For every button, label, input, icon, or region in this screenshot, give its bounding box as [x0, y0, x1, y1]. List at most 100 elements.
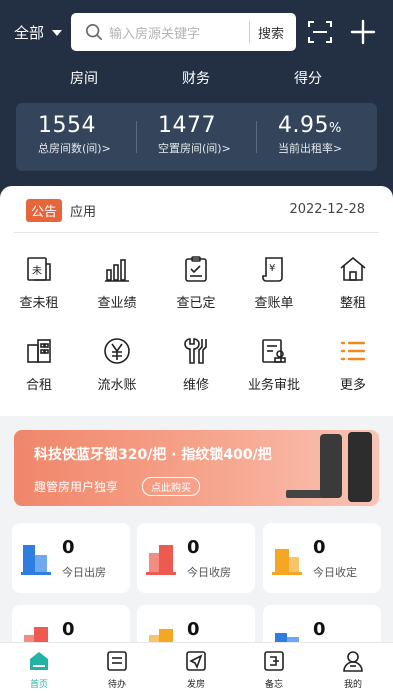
notice-badge: 公告	[26, 198, 63, 222]
grid-label: 更多	[339, 378, 366, 393]
stat-value: 4.95	[278, 113, 329, 138]
stat-unit: %	[328, 121, 342, 136]
tile-value: 0	[187, 537, 200, 558]
nav-label: 我的	[343, 680, 362, 690]
stat-occupancy-rate[interactable]: 4.95% 当前出租率>	[278, 113, 342, 156]
stat-label: 当前出租率>	[278, 142, 343, 155]
grid-item-bills[interactable]: ¥ 查账单	[239, 254, 309, 311]
tile-today-in[interactable]: 0 今日收房	[137, 523, 255, 593]
grid-item-more[interactable]: 更多	[318, 336, 388, 393]
search-button[interactable]: 搜索	[250, 23, 296, 42]
nav-publish[interactable]: 发房	[166, 649, 226, 690]
tile-label: 今日收定	[313, 566, 357, 579]
banner-title: 科技侠蓝牙锁320/把 · 指纹锁400/把	[34, 447, 272, 463]
stat-label: 空置房间(间)>	[158, 142, 231, 155]
banner-subtitle: 趣管房用户独享	[34, 480, 119, 494]
stat-vacant-rooms[interactable]: 1477 空置房间(间)>	[158, 113, 231, 156]
stat-value: 1477	[158, 113, 216, 138]
notice-bar[interactable]: 公告 应用	[26, 198, 96, 222]
grid-item-unrented[interactable]: 未 查未租	[4, 254, 74, 311]
building-icon	[146, 545, 176, 575]
add-icon[interactable]	[350, 19, 376, 45]
nav-label: 首页	[29, 680, 48, 690]
nav-label: 发房	[186, 680, 205, 690]
grid-item-repair[interactable]: 维修	[161, 336, 231, 393]
nav-memo[interactable]: 备忘	[244, 649, 304, 690]
divider	[14, 232, 379, 233]
home-icon	[30, 652, 48, 670]
tile-value: 0	[62, 619, 75, 640]
promo-banner[interactable]: 科技侠蓝牙锁320/把 · 指纹锁400/把 趣管房用户独享 点此购买	[14, 430, 379, 506]
grid-label: 整租	[339, 296, 366, 311]
grid-label: 查业绩	[97, 296, 137, 311]
scope-label: 全部	[14, 24, 45, 42]
notice-date: 2022-12-28	[289, 202, 365, 217]
bottom-nav: 首页 待办 发房 备忘 我的	[0, 642, 393, 700]
grid-label: 业务审批	[247, 378, 300, 393]
svg-text:未: 未	[32, 265, 42, 277]
bill-scroll-icon: ¥	[262, 257, 283, 282]
memo-icon	[264, 651, 284, 671]
search-icon	[85, 23, 103, 41]
tile-value: 0	[313, 619, 326, 640]
tile-label: 今日出房	[62, 566, 106, 579]
tab-rooms[interactable]: 房间	[70, 68, 98, 88]
house-icon	[340, 256, 366, 281]
grid-label: 合租	[25, 378, 52, 393]
tile-today-out[interactable]: 0 今日出房	[12, 523, 130, 593]
search-bar[interactable]: 输入房源关键字 搜索	[71, 13, 296, 51]
grid-label: 流水账	[97, 378, 137, 393]
nav-profile[interactable]: 我的	[323, 649, 383, 690]
grid-item-reserved[interactable]: 查已定	[161, 254, 231, 311]
search-input[interactable]: 输入房源关键字	[109, 23, 249, 42]
grid-item-whole-rent[interactable]: 整租	[318, 254, 388, 311]
send-icon	[186, 651, 206, 671]
stats-tabs: 房间 财务 得分	[0, 68, 393, 92]
building-icon	[27, 339, 51, 363]
scope-dropdown[interactable]: 全部	[14, 22, 63, 43]
nav-label: 待办	[107, 680, 126, 690]
bar-chart-icon	[105, 259, 129, 282]
header: 全部 输入房源关键字 搜索 房间 财务 得分 1554 总房间数(间)> 147…	[0, 0, 393, 210]
divider	[136, 121, 137, 153]
tile-value: 0	[187, 619, 200, 640]
unrented-doc-icon: 未	[27, 257, 51, 281]
caret-down-icon	[52, 29, 63, 36]
tab-score[interactable]: 得分	[294, 68, 322, 88]
clipboard-check-icon	[185, 256, 207, 282]
scan-icon[interactable]	[307, 19, 333, 45]
grid-item-shared-rent[interactable]: 合租	[4, 336, 74, 393]
stat-total-rooms[interactable]: 1554 总房间数(间)>	[38, 113, 111, 156]
user-icon	[343, 651, 363, 672]
stats-panel: 1554 总房间数(间)> 1477 空置房间(间)> 4.95% 当前出租率>	[16, 103, 377, 171]
stat-label: 总房间数(间)>	[38, 142, 111, 155]
wrench-icon	[184, 338, 207, 364]
nav-todo[interactable]: 待办	[87, 649, 147, 690]
tab-finance[interactable]: 财务	[182, 68, 210, 88]
house-icon	[272, 549, 302, 575]
yen-circle-icon	[104, 338, 130, 364]
approval-stamp-icon	[262, 339, 286, 363]
nav-label: 备忘	[264, 680, 283, 690]
nav-home[interactable]: 首页	[9, 649, 69, 690]
todo-icon	[107, 651, 127, 671]
building-icon	[21, 545, 51, 575]
notice-text: 应用	[70, 204, 97, 220]
stat-value: 1554	[38, 113, 96, 138]
lock-image	[348, 432, 372, 502]
grid-label: 查已定	[176, 296, 216, 311]
lock-image	[320, 434, 342, 498]
svg-text:¥: ¥	[269, 263, 275, 274]
tile-value: 0	[313, 537, 326, 558]
tile-label: 今日收房	[187, 566, 231, 579]
grid-label: 查未租	[19, 296, 59, 311]
tile-today-deposit[interactable]: 0 今日收定	[263, 523, 381, 593]
grid-label: 维修	[182, 378, 209, 393]
function-card: 公告 应用 2022-12-28 未 查未租 查业绩 查已定 ¥ 查账单 整租 …	[0, 186, 393, 416]
grid-item-cash-flow[interactable]: 流水账	[82, 336, 152, 393]
divider	[256, 121, 257, 153]
tile-value: 0	[62, 537, 75, 558]
buy-button[interactable]: 点此购买	[142, 477, 200, 496]
grid-item-approval[interactable]: 业务审批	[239, 336, 309, 393]
grid-item-performance[interactable]: 查业绩	[82, 254, 152, 311]
